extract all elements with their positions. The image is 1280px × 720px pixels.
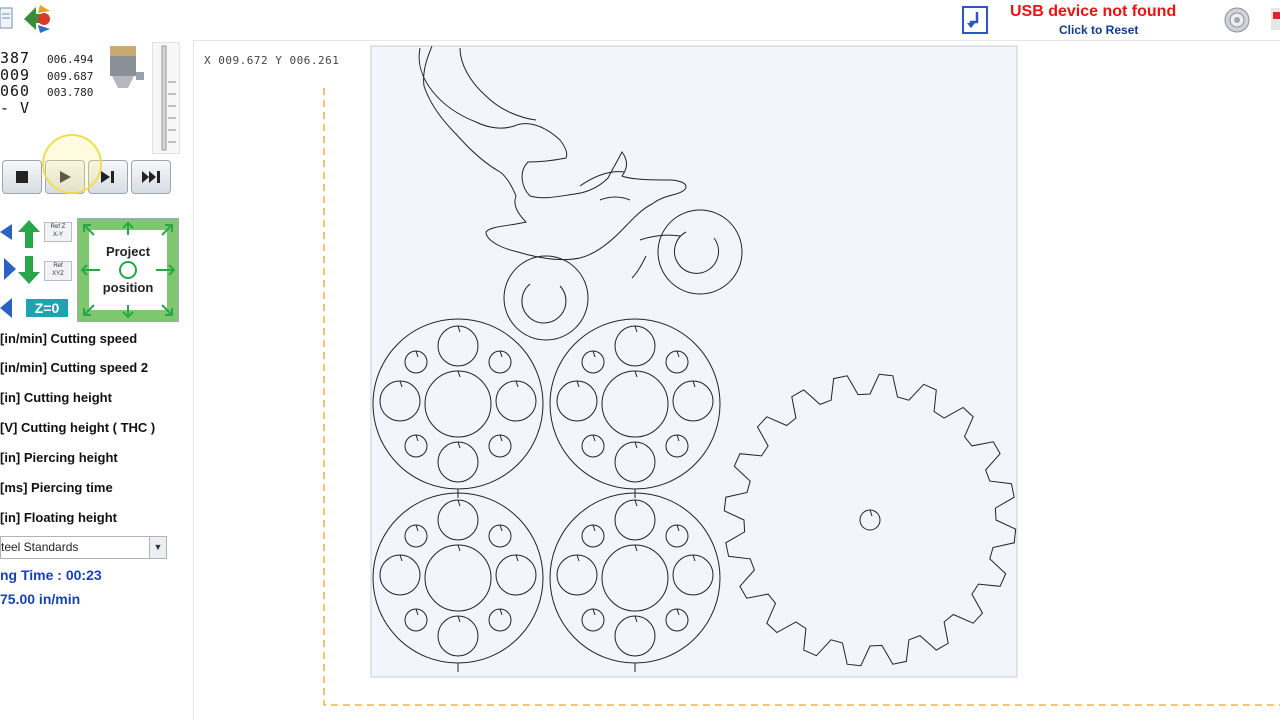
cutting-canvas[interactable] [0,0,1280,720]
material-sheet [370,45,1018,678]
